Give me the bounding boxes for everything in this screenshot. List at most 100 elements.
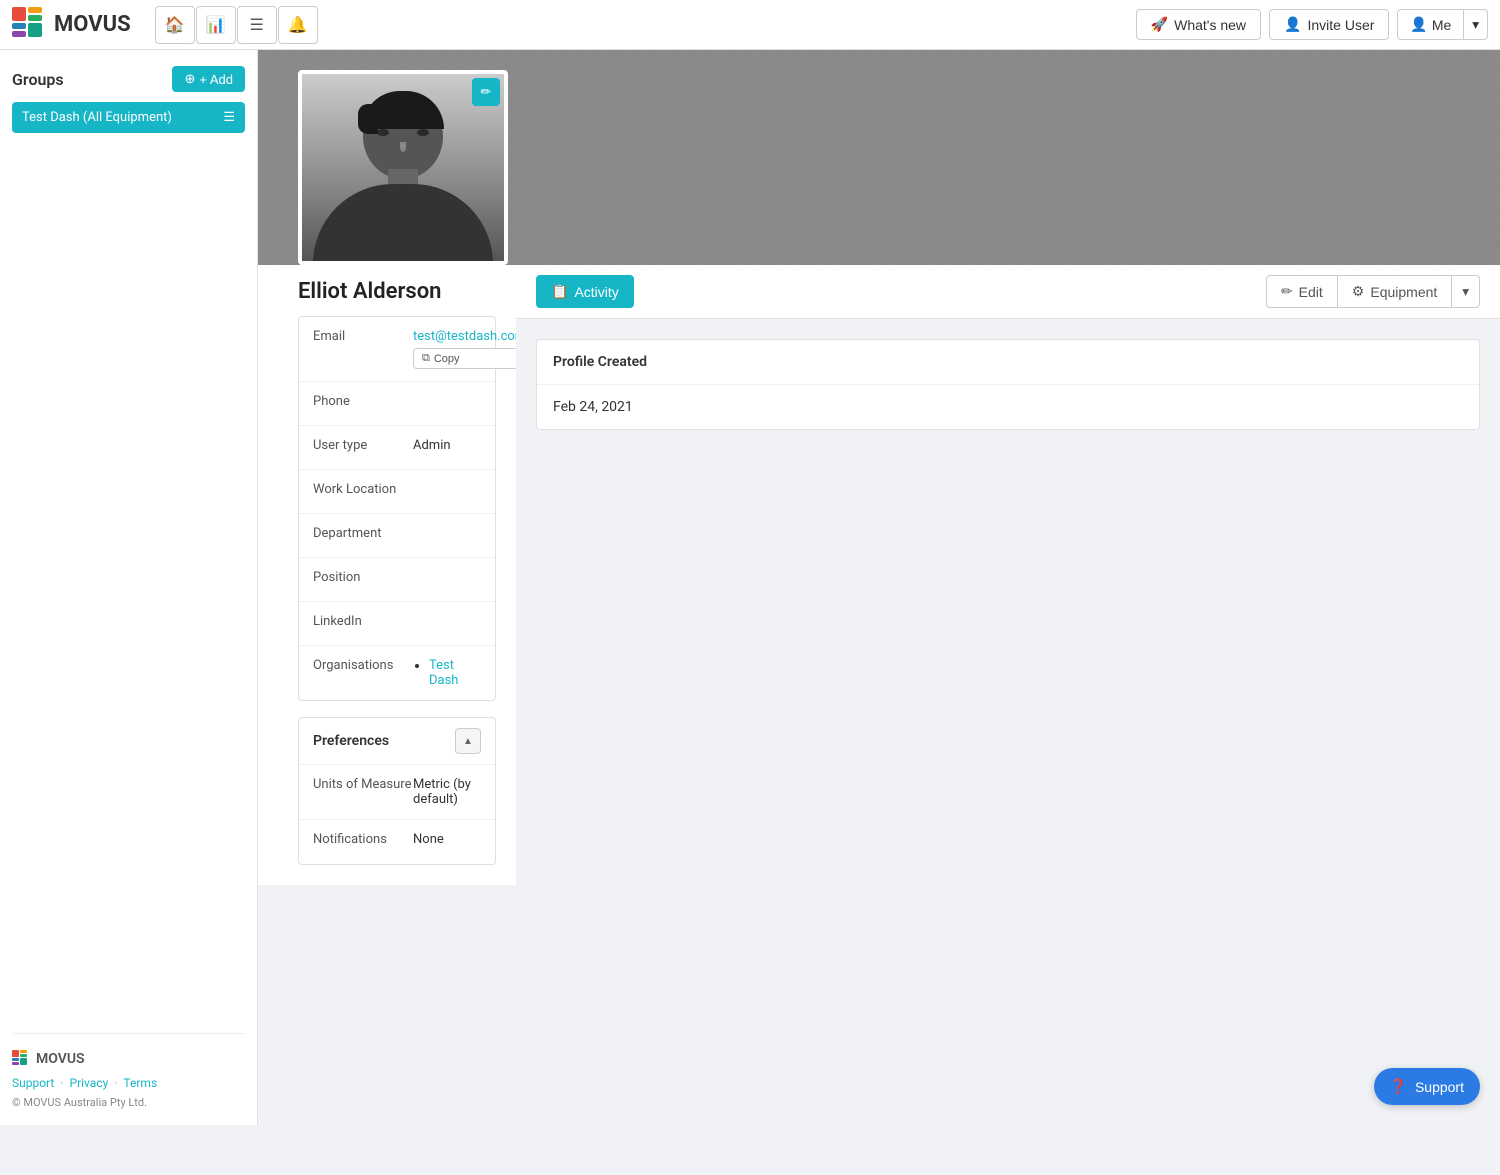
main-content: ✏ Elliot Alderson Email test@testdash.co…: [258, 50, 1500, 1125]
avatar-container: ✏: [298, 70, 508, 265]
position-row: Position: [299, 558, 495, 602]
add-group-button[interactable]: ⊕ + Add: [172, 66, 245, 92]
support-link[interactable]: Support: [12, 1076, 54, 1090]
sidebar-links: Support · Privacy · Terms: [12, 1076, 245, 1090]
activity-content: Profile Created Feb 24, 2021: [516, 319, 1500, 450]
department-row: Department: [299, 514, 495, 558]
person-icon: 👤: [1284, 16, 1301, 33]
terms-link[interactable]: Terms: [123, 1076, 157, 1090]
monitoring-nav-btn[interactable]: 📊: [196, 6, 236, 44]
edit-icon: ✏: [1281, 283, 1293, 300]
equipment-icon: ⚙: [1352, 283, 1365, 300]
me-dropdown-button[interactable]: ▾: [1464, 9, 1488, 40]
user-type-label: User type: [313, 438, 413, 453]
activity-card: Profile Created Feb 24, 2021: [536, 339, 1480, 430]
user-type-value: Admin: [413, 438, 481, 453]
avatar-edit-button[interactable]: ✏: [472, 78, 500, 106]
tab-left: 📋 Activity: [536, 275, 634, 308]
me-label: Me: [1432, 17, 1451, 33]
copy-label: Copy: [434, 353, 460, 365]
groups-title: Groups: [12, 70, 64, 89]
activity-card-body: Feb 24, 2021: [537, 385, 1479, 429]
organisations-value: Test Dash: [413, 658, 481, 688]
plus-icon: ⊕: [184, 71, 195, 87]
preferences-header: Preferences ▲: [299, 718, 495, 765]
units-row: Units of Measure Metric (by default): [299, 765, 495, 820]
logo[interactable]: MOVUS: [12, 7, 131, 43]
sidebar-item-label: Test Dash (All Equipment): [22, 110, 172, 125]
sidebar-movus-icon: [12, 1050, 30, 1068]
preferences-toggle-button[interactable]: ▲: [455, 728, 481, 754]
tab-right: ✏ Edit ⚙ Equipment ▾: [1266, 275, 1480, 308]
profile-left: Elliot Alderson Email test@testdash.com …: [258, 265, 516, 885]
tab-bar: 📋 Activity ✏ Edit ⚙ Equipment: [516, 265, 1500, 319]
invite-user-label: Invite User: [1307, 17, 1374, 33]
hamburger-icon: ☰: [223, 110, 235, 125]
user-type-row: User type Admin: [299, 426, 495, 470]
activity-label: Activity: [574, 284, 618, 300]
units-label: Units of Measure: [313, 777, 413, 792]
layout: Groups ⊕ + Add Test Dash (All Equipment)…: [0, 50, 1500, 1125]
support-button[interactable]: ❓ Support: [1374, 1068, 1480, 1105]
rocket-icon: 🚀: [1151, 16, 1168, 33]
preferences-title: Preferences: [313, 733, 389, 749]
notifications-value: None: [413, 832, 481, 847]
work-location-label: Work Location: [313, 482, 413, 497]
profile-name: Elliot Alderson: [298, 265, 496, 316]
home-nav-btn[interactable]: 🏠: [155, 6, 195, 44]
edit-button[interactable]: ✏ Edit: [1266, 275, 1338, 308]
department-label: Department: [313, 526, 413, 541]
profile-right: 📋 Activity ✏ Edit ⚙ Equipment: [516, 265, 1500, 885]
org-item[interactable]: Test Dash: [429, 658, 458, 688]
user-circle-icon: 👤: [1410, 16, 1427, 33]
copy-button[interactable]: ⧉ Copy: [413, 348, 526, 369]
sidebar-footer-logo: MOVUS: [12, 1050, 245, 1068]
position-label: Position: [313, 570, 413, 585]
notifications-nav-btn[interactable]: 🔔: [278, 6, 318, 44]
list-nav-btn[interactable]: ☰: [237, 6, 277, 44]
copyright: © MOVUS Australia Pty Ltd.: [12, 1096, 245, 1109]
copy-icon: ⧉: [422, 352, 430, 365]
info-card: Email test@testdash.com ⧉ Copy Phone: [298, 316, 496, 701]
equipment-button[interactable]: ⚙ Equipment: [1338, 275, 1453, 308]
sidebar-footer: MOVUS Support · Privacy · Terms © MOVUS …: [12, 1033, 245, 1109]
activity-tab-button[interactable]: 📋 Activity: [536, 275, 634, 308]
top-nav: MOVUS 🏠 📊 ☰ 🔔 🚀 What's new 👤 Invite User…: [0, 0, 1500, 50]
nav-icons: 🏠 📊 ☰ 🔔: [155, 6, 318, 44]
tab-dropdown-button[interactable]: ▾: [1452, 275, 1480, 308]
top-nav-right: 🚀 What's new 👤 Invite User 👤 Me ▾: [1136, 9, 1488, 40]
question-icon: ❓: [1390, 1078, 1407, 1095]
privacy-link[interactable]: Privacy: [70, 1076, 109, 1090]
email-label: Email: [313, 329, 413, 344]
pencil-icon: ✏: [481, 85, 492, 100]
dot-1: ·: [60, 1076, 63, 1090]
add-label: + Add: [199, 72, 233, 87]
email-value[interactable]: test@testdash.com: [413, 329, 526, 344]
invite-user-button[interactable]: 👤 Invite User: [1269, 9, 1389, 40]
notifications-label: Notifications: [313, 832, 413, 847]
profile-header: ✏: [258, 50, 1500, 265]
organisations-label: Organisations: [313, 658, 413, 673]
sidebar-item-test-dash[interactable]: Test Dash (All Equipment) ☰: [12, 102, 245, 133]
groups-header: Groups ⊕ + Add: [12, 66, 245, 92]
whats-new-button[interactable]: 🚀 What's new: [1136, 9, 1261, 40]
phone-label: Phone: [313, 394, 413, 409]
phone-row: Phone: [299, 382, 495, 426]
dot-2: ·: [114, 1076, 117, 1090]
edit-label: Edit: [1299, 284, 1323, 300]
logo-text: MOVUS: [54, 12, 131, 37]
units-value: Metric (by default): [413, 777, 481, 807]
activity-card-header: Profile Created: [537, 340, 1479, 385]
support-label: Support: [1415, 1079, 1464, 1095]
me-group: 👤 Me ▾: [1397, 9, 1488, 40]
whats-new-label: What's new: [1174, 17, 1246, 33]
me-button[interactable]: 👤 Me: [1397, 9, 1464, 40]
sidebar: Groups ⊕ + Add Test Dash (All Equipment)…: [0, 50, 258, 1125]
top-nav-left: MOVUS 🏠 📊 ☰ 🔔: [12, 6, 318, 44]
preferences-card: Preferences ▲ Units of Measure Metric (b…: [298, 717, 496, 865]
organisations-row: Organisations Test Dash: [299, 646, 495, 700]
linkedin-row: LinkedIn: [299, 602, 495, 646]
work-location-row: Work Location: [299, 470, 495, 514]
notifications-row: Notifications None: [299, 820, 495, 864]
sidebar-logo-text: MOVUS: [36, 1051, 85, 1067]
